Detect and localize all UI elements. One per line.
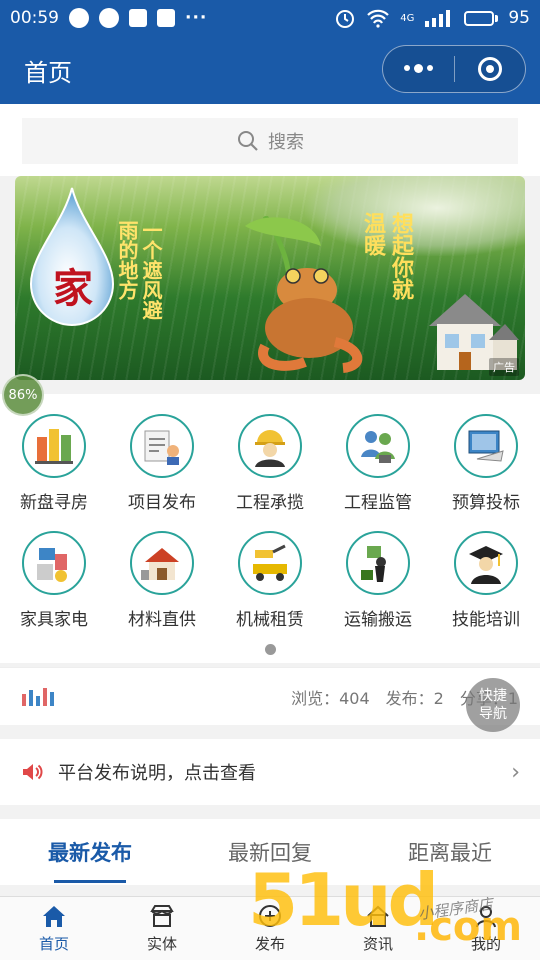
posts-count: 发布：2 [385,688,444,708]
nav-news[interactable]: 资讯 [324,897,432,960]
battery-level: 95 [508,8,530,28]
nav-profile[interactable]: 我的 [432,897,540,960]
quick-nav-button[interactable]: 快捷 导航 [466,678,520,732]
project-publish-icon [130,414,194,478]
category-budget-bid[interactable]: 预算投标 [432,414,540,513]
category-grid: 新盘寻房 项目发布 工程承揽 工程监管 预算投标 家具家电 材料直供 机械租赁 … [0,414,540,630]
views-count: 浏览：404 [291,688,370,708]
banner-carousel[interactable]: 家 一个遮风避雨的地方 想起你就温暖 广告 [15,176,525,380]
news-icon [129,9,147,27]
miniprogram-capsule [382,45,526,93]
store-icon [150,905,174,927]
more-dots-icon [403,64,433,73]
tab-latest-replies[interactable]: 最新回复 [180,819,360,885]
water-drop-logo: 家 [29,187,115,326]
nav-home[interactable]: 首页 [0,897,108,960]
category-label: 家具家电 [20,610,88,630]
notification-icon [157,9,175,27]
category-label: 机械租赁 [236,610,304,630]
machinery-rental-icon [238,531,302,595]
message-icon [99,8,119,28]
nav-label: 资讯 [362,935,393,953]
ad-label: 广告 [489,358,519,376]
materials-supply-icon [130,531,194,595]
category-label: 材料直供 [128,610,196,630]
construction-worker-icon [238,414,302,478]
transport-moving-icon [346,531,410,595]
banner-slogan-left: 一个遮风避雨的地方 [115,220,163,320]
category-label: 项目发布 [128,493,196,513]
stats-bar: 浏览：404 发布：2 分享：1 [0,667,540,725]
category-supervision[interactable]: 工程监管 [324,414,432,513]
category-label: 预算投标 [452,493,520,513]
network-type: 4G [400,12,415,24]
user-icon [476,906,496,928]
alarm-icon [336,10,355,28]
banner-slogan-right: 想起你就温暖 [360,212,414,300]
feed-tabs: 最新发布 最新回复 距离最近 [0,819,540,885]
category-label: 运输搬运 [344,610,412,630]
wifi-icon [367,9,390,28]
signal-icon [425,10,451,27]
search-icon [238,131,258,151]
news-home-icon [367,905,389,927]
plus-circle-icon [259,905,281,927]
category-project-publish[interactable]: 项目发布 [108,414,216,513]
nav-label: 发布 [254,935,285,953]
close-miniprogram-button[interactable] [455,46,526,92]
platform-notice[interactable]: 平台发布说明，点击查看 › [0,739,540,805]
page-title: 首页 [24,58,72,87]
notice-text: 平台发布说明，点击查看 [58,763,256,784]
category-label: 技能培训 [452,610,520,630]
chat-bubble-icon [69,8,89,28]
bar-chart-icon [22,687,54,706]
search-section: 搜索 [0,104,540,176]
category-furniture[interactable]: 家具家电 [0,531,108,630]
svg-text:家: 家 [53,265,93,312]
nav-store[interactable]: 实体 [108,897,216,960]
quick-nav-line2: 导航 [479,706,507,722]
furniture-appliance-icon [22,531,86,595]
new-homes-icon [22,414,86,478]
nav-label: 我的 [470,935,501,953]
floating-percent-badge[interactable]: 86% [2,374,44,416]
battery-icon [464,10,499,26]
quick-nav-line1: 快捷 [479,688,507,704]
nav-label: 实体 [146,935,177,953]
search-input[interactable]: 搜索 [22,118,518,164]
bottom-tab-bar: 首页 实体 发布 资讯 我的 [0,896,540,960]
speaker-icon [23,764,43,780]
more-notifications-icon: ··· [185,8,208,28]
page-indicator-dot[interactable] [264,644,276,655]
skills-training-icon [454,531,518,595]
tab-latest-posts[interactable]: 最新发布 [0,819,180,885]
category-training[interactable]: 技能培训 [432,531,540,630]
frog-with-leaf-image [245,216,363,373]
category-label: 工程承揽 [236,493,304,513]
category-machinery[interactable]: 机械租赁 [216,531,324,630]
category-materials[interactable]: 材料直供 [108,531,216,630]
category-label: 新盘寻房 [20,493,88,513]
status-time: 00:59 [10,8,59,28]
nav-publish[interactable]: 发布 [216,897,324,960]
category-section: 新盘寻房 项目发布 工程承揽 工程监管 预算投标 家具家电 材料直供 机械租赁 … [0,394,540,663]
nav-label: 首页 [38,935,69,953]
category-construction[interactable]: 工程承揽 [216,414,324,513]
home-icon [43,906,65,927]
chevron-right-icon: › [511,759,520,785]
more-menu-button[interactable] [383,46,454,92]
target-icon [477,57,502,81]
search-placeholder: 搜索 [268,132,304,153]
grid-pagination [0,630,540,655]
category-transport[interactable]: 运输搬运 [324,531,432,630]
category-label: 工程监管 [344,493,412,513]
app-header: 首页 [0,36,540,104]
status-bar: 00:59 ··· 4G 95 [0,0,540,36]
main-content: 搜索 家 一个遮风避雨的地方 想起你就温暖 广告 新盘寻房 项目发布 工程承揽 … [0,104,540,896]
category-new-homes[interactable]: 新盘寻房 [0,414,108,513]
budget-bid-icon [454,414,518,478]
engineering-supervision-icon [346,414,410,478]
tab-nearest[interactable]: 距离最近 [360,819,540,885]
